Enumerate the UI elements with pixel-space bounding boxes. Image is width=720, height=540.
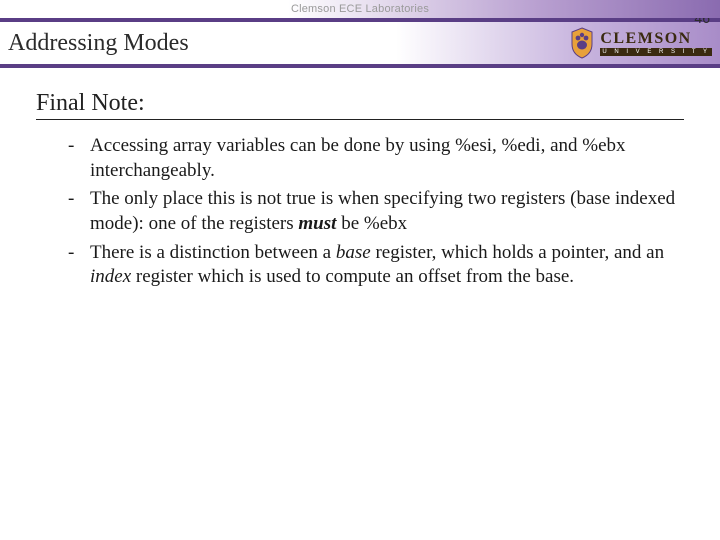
title-bar: Addressing Modes CLEMSON U N I V E R S I… xyxy=(0,18,720,68)
bullet-text: There is a distinction between a base re… xyxy=(90,241,684,290)
bullet-text: Accessing array variables can be done by… xyxy=(90,134,684,183)
brand-name: CLEMSON xyxy=(600,31,712,47)
bullet-text: The only place this is not true is when … xyxy=(90,187,684,236)
bullet-list: - Accessing array variables can be done … xyxy=(36,134,684,290)
slide-title: Addressing Modes xyxy=(8,30,189,57)
emphasis: base xyxy=(336,242,371,263)
bullet-dash: - xyxy=(68,134,90,183)
header-bar: Clemson ECE Laboratories xyxy=(0,0,720,18)
emphasis: must xyxy=(298,213,336,234)
bullet-dash: - xyxy=(68,187,90,236)
section-heading: Final Note: xyxy=(36,90,684,120)
bullet-dash: - xyxy=(68,241,90,290)
paw-icon xyxy=(568,26,596,60)
list-item: - Accessing array variables can be done … xyxy=(68,134,684,183)
brand-logo: CLEMSON U N I V E R S I T Y xyxy=(568,26,712,60)
emphasis: index xyxy=(90,266,131,287)
list-item: - The only place this is not true is whe… xyxy=(68,187,684,236)
list-item: - There is a distinction between a base … xyxy=(68,241,684,290)
content-area: Final Note: - Accessing array variables … xyxy=(0,68,720,290)
brand-wordmark: CLEMSON U N I V E R S I T Y xyxy=(600,31,712,56)
brand-subline: U N I V E R S I T Y xyxy=(600,48,712,56)
header-label: Clemson ECE Laboratories xyxy=(291,3,429,15)
